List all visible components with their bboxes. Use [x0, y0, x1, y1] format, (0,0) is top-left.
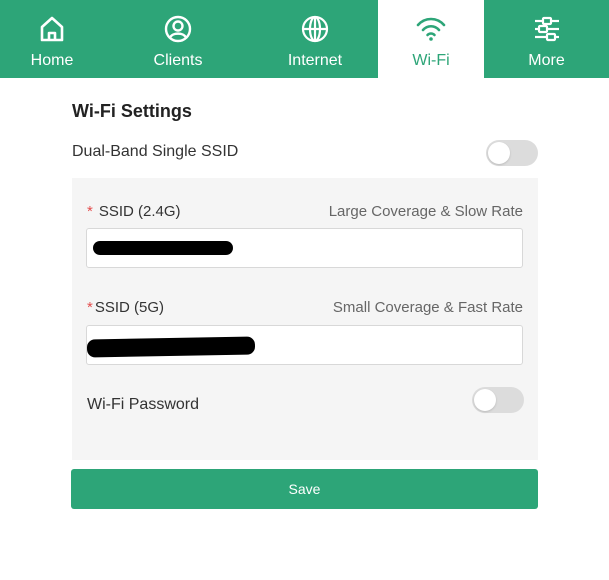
nav-item-wifi[interactable]: Wi-Fi: [378, 0, 484, 78]
ssid-24-label: * SSID (2.4G): [87, 203, 181, 220]
home-icon: [35, 12, 69, 46]
nav-label-internet: Internet: [287, 52, 343, 69]
nav-label-wifi: Wi-Fi: [412, 52, 450, 69]
ssid-settings-panel: [72, 178, 538, 460]
globe-icon: [298, 12, 332, 46]
nav-label-home: Home: [30, 52, 74, 69]
required-mark: *: [87, 203, 93, 220]
ssid-5-label: * SSID (5G): [87, 299, 164, 316]
nav-item-home[interactable]: Home: [0, 0, 104, 78]
ssid-5-label-text: SSID (5G): [94, 299, 165, 316]
nav-item-more[interactable]: More: [484, 0, 609, 78]
user-icon: [161, 12, 195, 46]
sliders-icon: [530, 12, 564, 46]
nav-label-clients: Clients: [153, 52, 203, 69]
wifi-password-label: Wi-Fi Password: [87, 396, 200, 413]
nav-item-clients[interactable]: Clients: [104, 0, 252, 78]
redaction-bar: [86, 336, 256, 358]
wifi-icon: [414, 12, 448, 46]
toggle-knob: [488, 142, 510, 164]
ssid-24-hint: Large Coverage & Slow Rate: [328, 203, 523, 220]
dual-band-label: Dual-Band Single SSID: [72, 143, 239, 160]
nav-label-more: More: [528, 52, 565, 69]
save-button[interactable]: Save: [71, 469, 538, 509]
page-title: Wi-Fi Settings: [72, 101, 192, 121]
dual-band-toggle[interactable]: [486, 140, 538, 166]
redaction-bar: [93, 241, 233, 255]
required-mark: *: [87, 299, 93, 316]
nav-item-internet[interactable]: Internet: [252, 0, 378, 78]
top-nav: Home Clients Internet Wi-Fi More: [0, 0, 609, 78]
ssid-5-hint: Small Coverage & Fast Rate: [332, 299, 523, 316]
toggle-knob: [474, 389, 496, 411]
wifi-password-toggle[interactable]: [472, 387, 524, 413]
ssid-24-label-text: SSID (2.4G): [98, 203, 181, 220]
ssid-24-input[interactable]: [86, 228, 523, 268]
ssid-5-input[interactable]: [86, 325, 523, 365]
